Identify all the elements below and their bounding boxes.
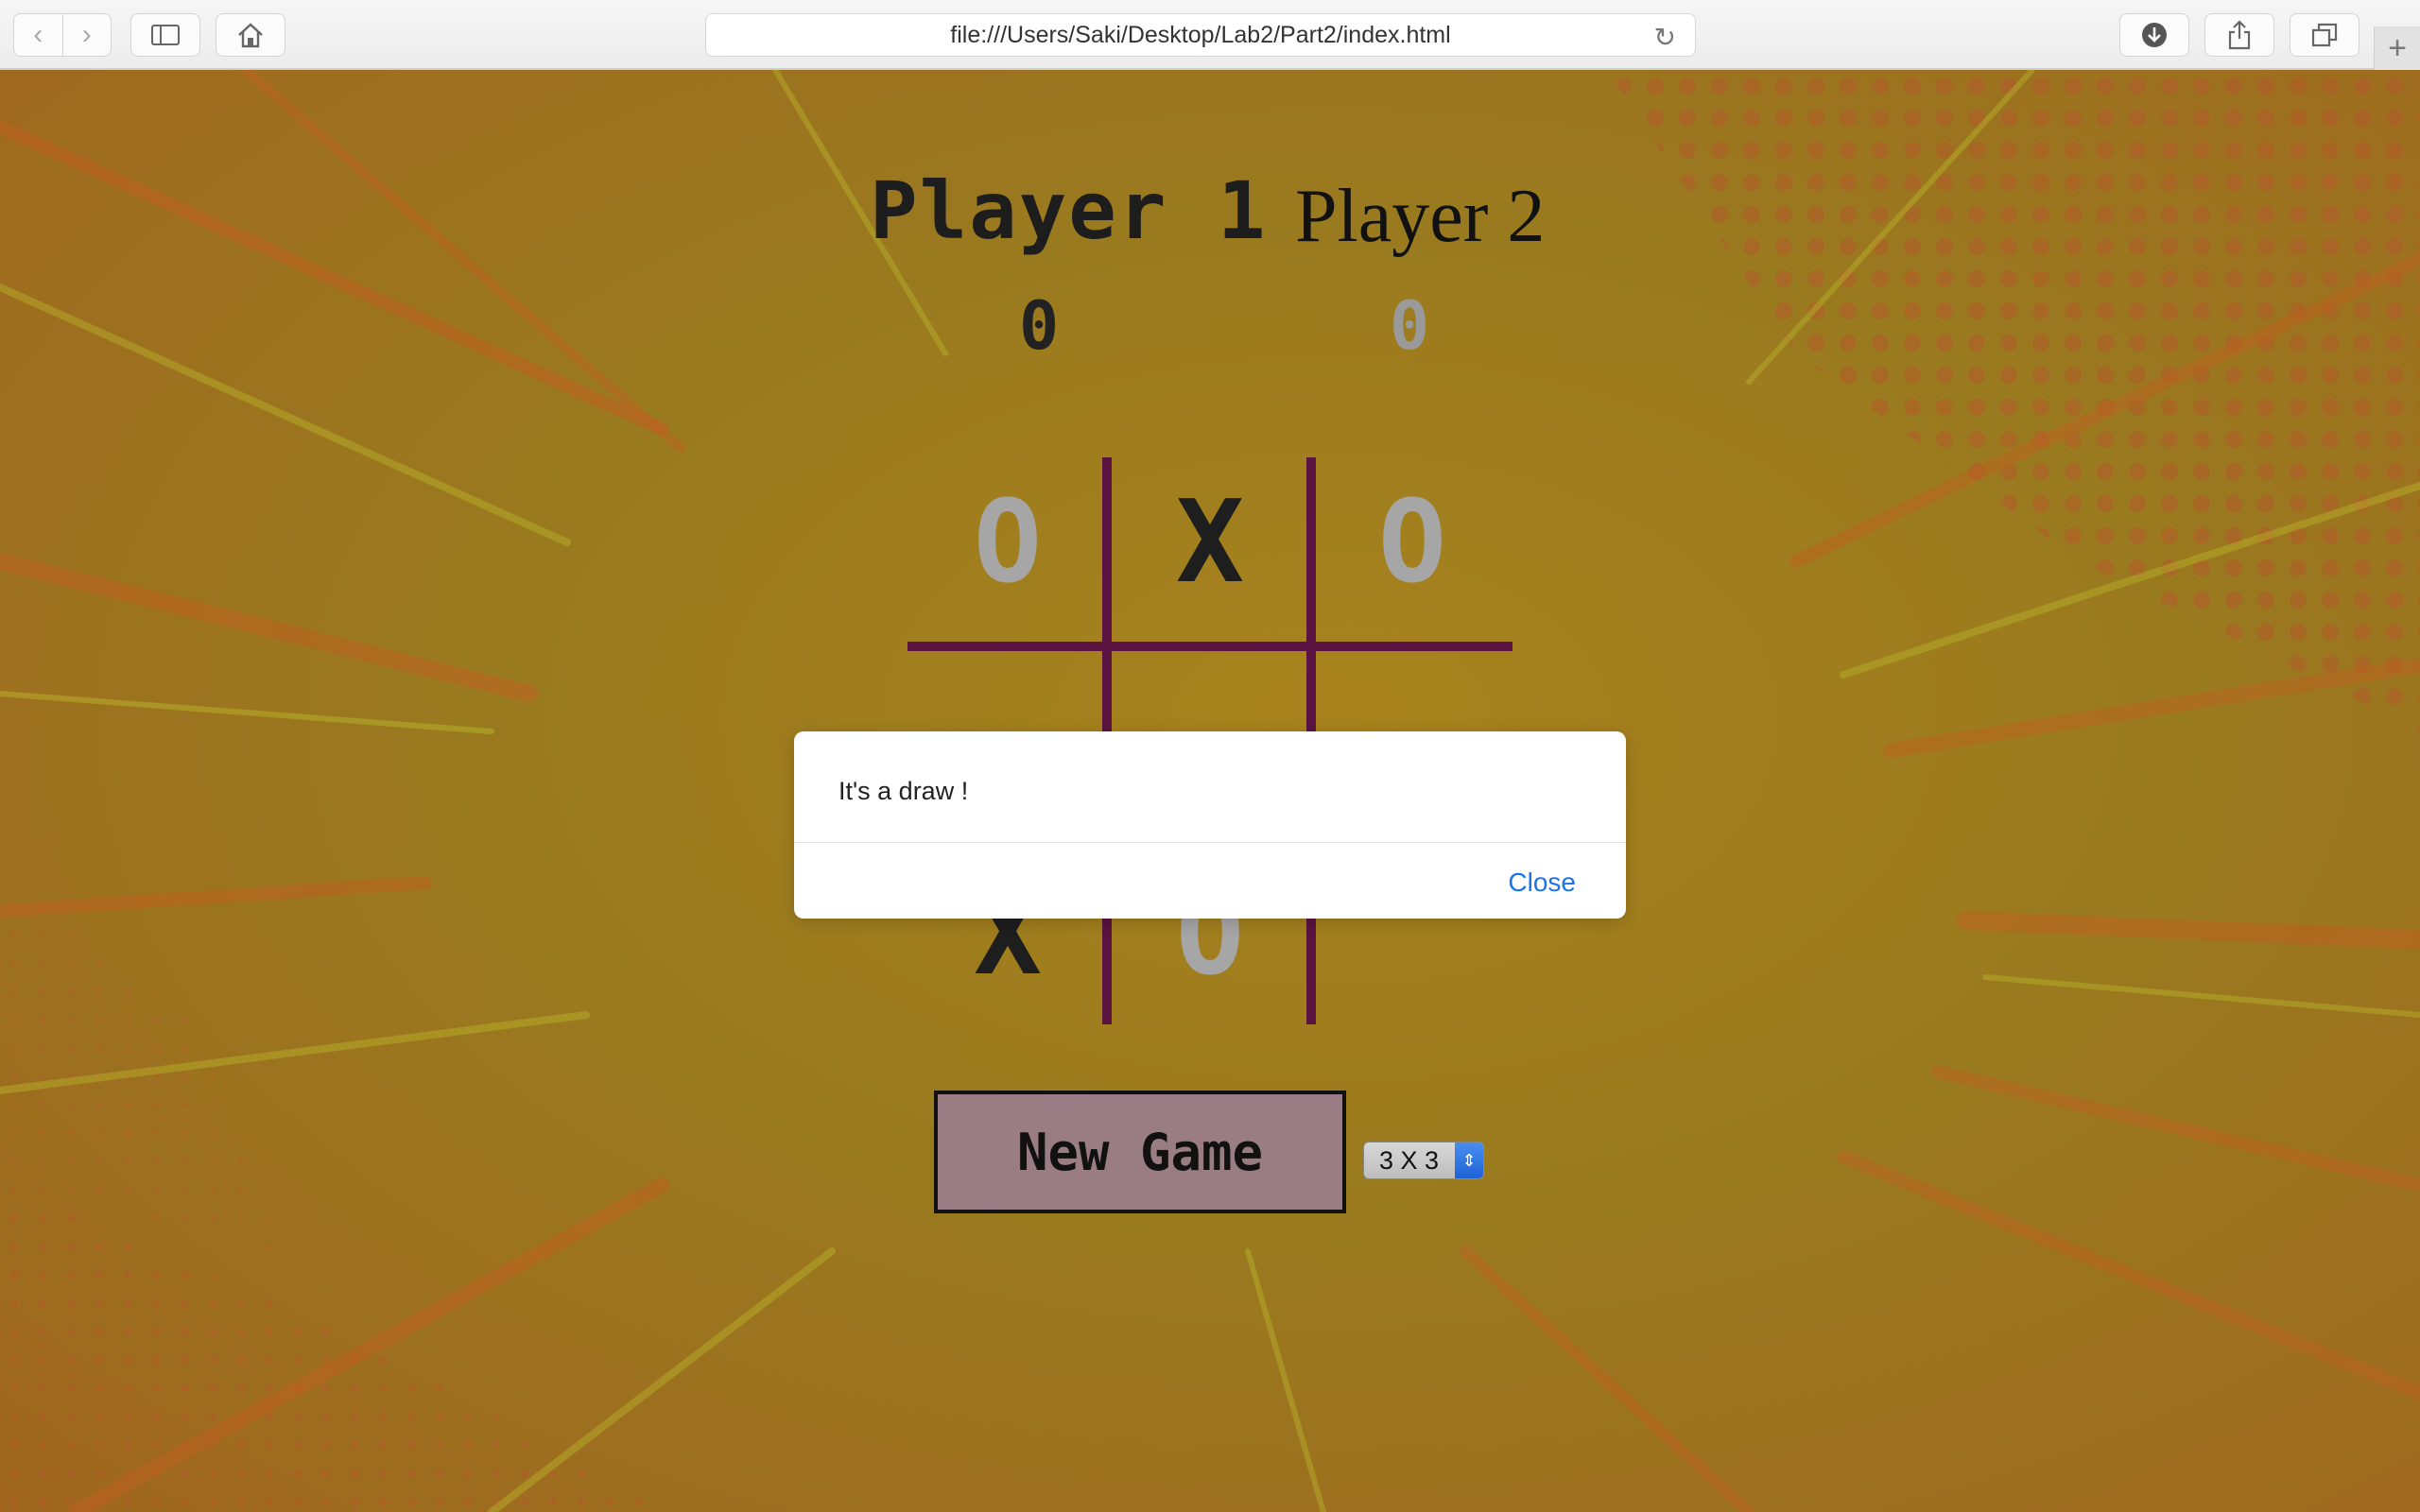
game-page: Player 1 Player 2 0 0 O X O X O New Game… (0, 70, 2420, 1512)
new-game-button[interactable]: New Game (934, 1091, 1346, 1213)
board-size-select[interactable]: 3 X 3 ⇕ (1363, 1142, 1484, 1179)
board-cell-0-2[interactable]: O (1312, 448, 1512, 637)
sidebar-button[interactable] (130, 13, 200, 57)
tabs-overview-button[interactable] (2290, 13, 2360, 57)
forward-button[interactable]: › (61, 14, 112, 56)
back-button[interactable]: ‹ (14, 14, 62, 56)
player2-score: 0 (1390, 287, 1430, 365)
tabs-icon (2311, 23, 2338, 47)
close-button[interactable]: Close (1508, 868, 1576, 898)
navigation-buttons: ‹ › (13, 13, 112, 57)
download-icon (2142, 23, 2167, 47)
address-bar[interactable]: file:///Users/Saki/Desktop/Lab2/Part2/in… (705, 13, 1696, 57)
browser-toolbar: ‹ › file:///Users/Saki/Desktop/Lab2/Part… (0, 0, 2420, 70)
dialog-message: It's a draw ! (838, 777, 969, 805)
player1-label: Player 1 (870, 164, 1268, 257)
player1-score: 0 (1019, 287, 1060, 365)
share-button[interactable] (2204, 13, 2274, 57)
new-tab-button[interactable]: + (2374, 26, 2420, 70)
alert-dialog: It's a draw ! Close (794, 731, 1626, 919)
board-cell-0-1[interactable]: X (1110, 448, 1310, 637)
sidebar-icon (151, 25, 180, 45)
player2-label: Player 2 (1295, 175, 1546, 258)
share-icon (2228, 20, 2251, 50)
home-button[interactable] (216, 13, 285, 57)
select-arrows-icon: ⇕ (1455, 1143, 1483, 1178)
reload-icon[interactable]: ↻ (1654, 22, 1676, 53)
grid-line (908, 642, 1512, 651)
downloads-button[interactable] (2119, 13, 2189, 57)
board-cell-0-0[interactable]: O (908, 448, 1108, 637)
url-text: file:///Users/Saki/Desktop/Lab2/Part2/in… (950, 21, 1451, 48)
board-size-value: 3 X 3 (1379, 1145, 1440, 1175)
home-icon (238, 23, 263, 48)
